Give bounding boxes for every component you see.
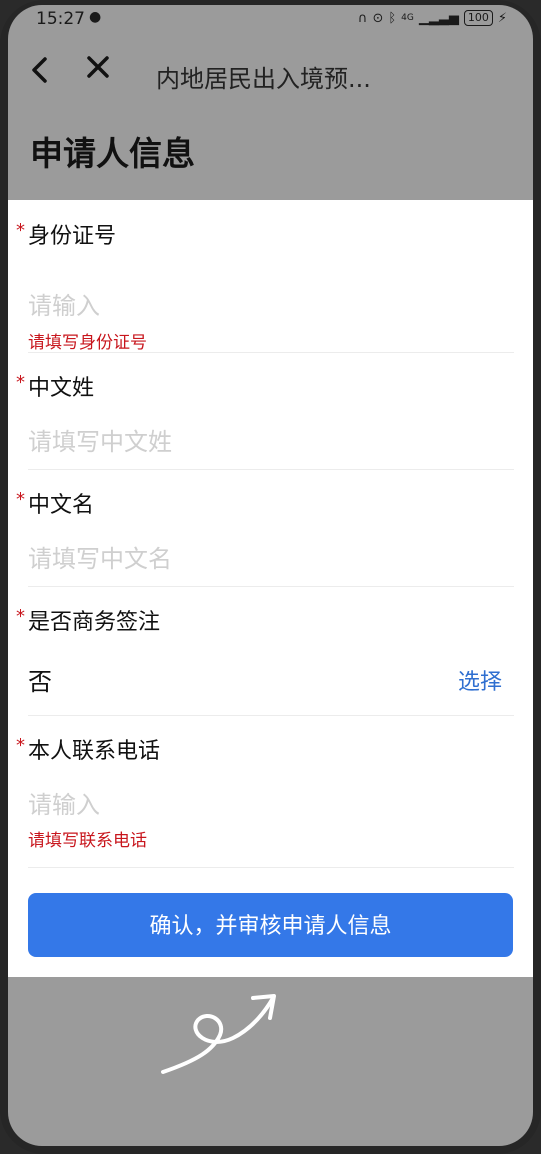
status-icons: ∩ ⊙ ᛒ 4G ▁▂▃▅ 100 ⚡	[358, 10, 507, 26]
phone-frame: 15:27 ● ∩ ⊙ ᛒ 4G ▁▂▃▅ 100 ⚡ 内地居民出入境预... …	[0, 0, 541, 1154]
divider	[28, 867, 514, 868]
phone-label: * 本人联系电话	[16, 733, 161, 765]
required-mark: *	[16, 606, 25, 627]
nav-bar: 内地居民出入境预...	[8, 50, 533, 100]
nav-title: 内地居民出入境预...	[156, 65, 371, 93]
required-mark: *	[16, 372, 25, 393]
id-number-input[interactable]: 请输入	[28, 286, 100, 321]
business-endorsement-value: 否	[28, 668, 52, 696]
business-endorsement-field[interactable]: * 是否商务签注 否 选择	[16, 604, 514, 716]
network-label: 4G	[401, 13, 414, 23]
status-time: 15:27	[36, 9, 85, 29]
phone-input[interactable]: 请输入	[28, 785, 100, 820]
battery-level: 100	[467, 11, 489, 24]
close-icon[interactable]	[85, 53, 111, 87]
required-mark: *	[16, 489, 25, 510]
wechat-icon: ●	[89, 9, 102, 25]
page-title: 申请人信息	[30, 134, 195, 173]
back-icon[interactable]	[30, 56, 50, 90]
confirm-button[interactable]: 确认，并审核申请人信息	[28, 893, 513, 957]
id-number-label-text: 身份证号	[28, 224, 117, 249]
battery-icon: 100	[463, 10, 493, 26]
given-name-field: * 中文名 请填写中文名	[16, 487, 514, 587]
surname-input[interactable]: 请填写中文姓	[28, 422, 172, 457]
gesture-icon	[161, 994, 276, 1074]
screen: 15:27 ● ∩ ⊙ ᛒ 4G ▁▂▃▅ 100 ⚡ 内地居民出入境预... …	[8, 5, 533, 1146]
signal-icon: ▁▂▃▅	[418, 10, 459, 26]
id-number-field: * 身份证号 请输入 请填写身份证号	[16, 218, 514, 353]
business-endorsement-label: * 是否商务签注	[16, 604, 161, 636]
required-mark: *	[16, 735, 25, 756]
divider	[28, 586, 514, 587]
divider	[28, 469, 514, 470]
applicant-form: * 身份证号 请输入 请填写身份证号 * 中文姓 请填写中文姓 * 中文名 请填…	[8, 200, 533, 977]
status-bar: 15:27 ● ∩ ⊙ ᛒ 4G ▁▂▃▅ 100 ⚡	[8, 5, 533, 33]
surname-field: * 中文姓 请填写中文姓	[16, 370, 514, 470]
given-name-label-text: 中文名	[28, 493, 95, 518]
phone-label-text: 本人联系电话	[28, 739, 161, 764]
phone-field: * 本人联系电话 请输入 请填写联系电话	[16, 733, 514, 868]
business-endorsement-label-text: 是否商务签注	[28, 610, 161, 635]
required-mark: *	[16, 220, 25, 241]
charging-icon: ⚡	[497, 10, 507, 26]
divider	[28, 715, 514, 716]
surname-label: * 中文姓	[16, 370, 95, 402]
phone-error: 请填写联系电话	[28, 831, 147, 851]
given-name-input[interactable]: 请填写中文名	[28, 539, 172, 574]
id-number-error: 请填写身份证号	[28, 333, 147, 353]
alarm-icon: ⊙	[372, 10, 384, 26]
bluetooth-icon: ᛒ	[388, 10, 397, 26]
divider	[28, 352, 514, 353]
id-number-label: * 身份证号	[16, 218, 117, 250]
choose-link[interactable]: 选择	[458, 664, 502, 696]
surname-label-text: 中文姓	[28, 376, 95, 401]
headphone-icon: ∩	[357, 10, 368, 26]
given-name-label: * 中文名	[16, 487, 95, 519]
